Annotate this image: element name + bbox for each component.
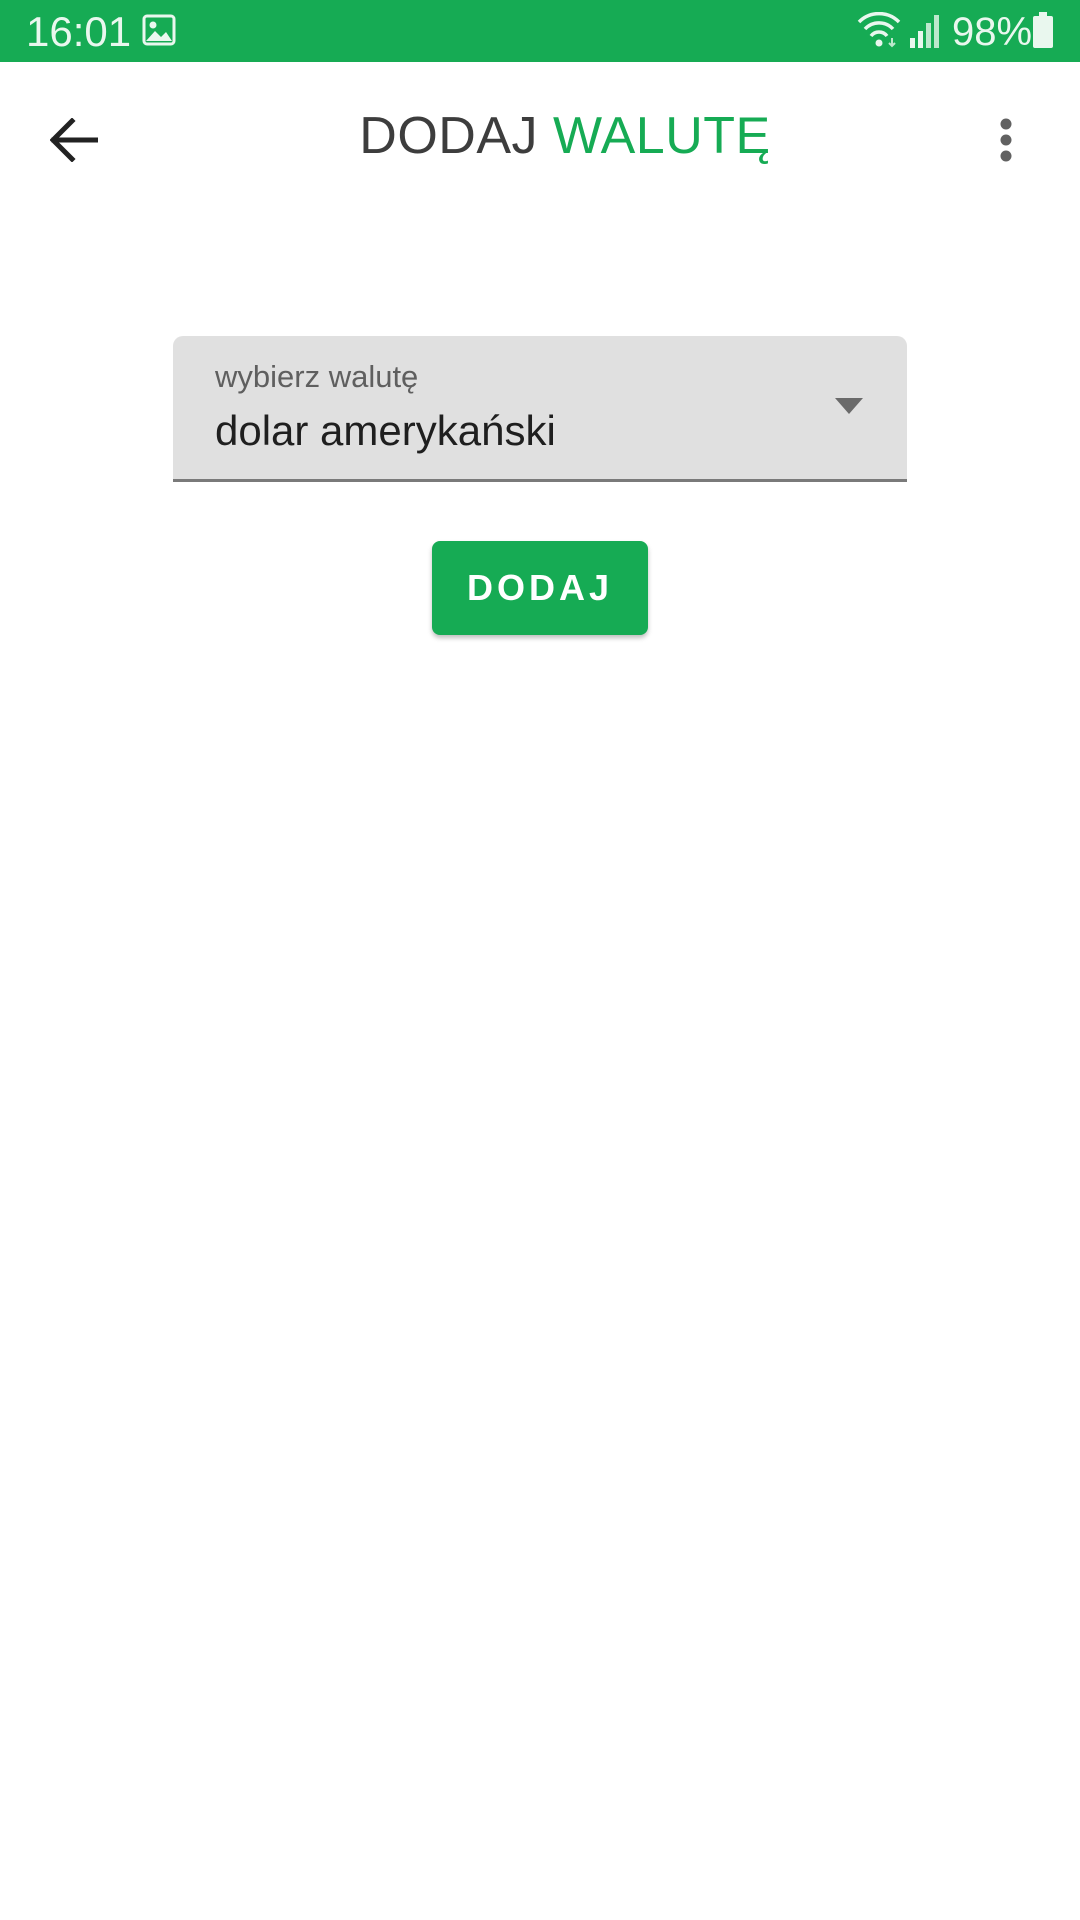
status-bar: 16:01 98%	[0, 0, 1080, 62]
currency-select-label: wybierz walutę	[215, 359, 419, 394]
back-button[interactable]	[36, 102, 112, 178]
wifi-icon	[857, 12, 901, 48]
status-time: 16:01	[26, 8, 132, 55]
arrow-back-icon	[50, 118, 98, 162]
battery-percent: 98%	[952, 10, 1033, 54]
page-title-part-2: WALUTĘ	[552, 107, 771, 165]
battery-icon	[1033, 12, 1053, 48]
more-vert-icon	[1000, 118, 1012, 162]
page-title-part-1: DODAJ	[359, 107, 539, 165]
currency-select-value: dolar amerykański	[215, 407, 556, 454]
app-bar: DODAJ WALUTĘ	[0, 62, 1080, 212]
gallery-icon	[142, 14, 176, 46]
screen: 16:01 98% DODAJ WALUTĘ wybierz walutę do…	[0, 0, 1080, 1920]
signal-icon	[910, 15, 939, 48]
dropdown-arrow-icon	[835, 398, 863, 414]
overflow-menu-button[interactable]	[976, 102, 1036, 178]
currency-select[interactable]: wybierz walutę dolar amerykański	[173, 336, 907, 482]
page-title: DODAJ WALUTĘ	[200, 104, 930, 168]
add-button[interactable]: DODAJ	[432, 541, 648, 635]
